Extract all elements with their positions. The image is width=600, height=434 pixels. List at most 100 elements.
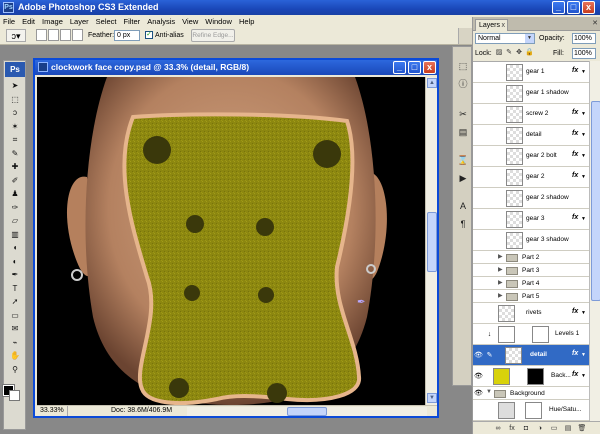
layer-group-row[interactable]: ▶ Part 4 [473, 277, 589, 290]
lock-image-icon[interactable]: ✎ [505, 49, 513, 57]
image-canvas[interactable]: ✒ [37, 77, 425, 405]
layer-row[interactable]: detail fx ▼ [473, 125, 589, 146]
new-selection-icon[interactable] [36, 29, 47, 41]
add-mask-icon[interactable]: ◘ [521, 424, 531, 433]
zoom-level[interactable]: 33.33% [38, 406, 68, 416]
eye-icon[interactable]: 👁 [474, 372, 483, 381]
layer-effects-icon[interactable]: fx [572, 172, 578, 179]
brushes-panel-icon[interactable]: ✂ [456, 107, 470, 121]
lock-all-icon[interactable]: 🔒 [525, 49, 534, 57]
layer-row[interactable]: gear 3 shadow [473, 230, 589, 251]
layer-group-row[interactable]: 👁 ▼ Background [473, 387, 589, 400]
layer-row[interactable]: gear 2 fx ▼ [473, 167, 589, 188]
clone-stamp-tool-icon[interactable]: ♟ [7, 189, 23, 199]
ps-logo[interactable]: Ps [5, 62, 25, 77]
dodge-tool-icon[interactable]: ◐ [7, 257, 23, 267]
subtract-selection-icon[interactable] [60, 29, 71, 41]
menu-select[interactable]: Select [96, 17, 117, 26]
navigator-panel-icon[interactable]: ⬚ [456, 59, 470, 73]
layer-group-row[interactable]: ▶ Part 3 [473, 264, 589, 277]
magic-wand-tool-icon[interactable]: ✶ [7, 122, 23, 132]
actions-panel-icon[interactable]: ▶ [456, 171, 470, 185]
chevron-down-icon[interactable]: ▼ [581, 216, 586, 222]
background-color-swatch[interactable] [9, 390, 20, 401]
panel-close-icon[interactable]: ✕ [592, 19, 598, 27]
refine-edge-button[interactable]: Refine Edge... [191, 29, 235, 42]
brush-tool-icon[interactable]: ✐ [7, 176, 23, 186]
chevron-down-icon[interactable]: ▼ [581, 310, 586, 316]
chevron-down-icon[interactable]: ▼ [581, 132, 586, 138]
layer-row[interactable]: gear 1 shadow [473, 83, 589, 104]
tool-preset-picker[interactable]: ↄ▾ [6, 29, 26, 42]
chevron-down-icon[interactable]: ▼ [581, 153, 586, 159]
horizontal-scroll-thumb[interactable] [287, 407, 327, 416]
close-button[interactable]: x [582, 1, 595, 14]
layer-effects-icon[interactable]: fx [572, 350, 578, 357]
vertical-scrollbar[interactable]: ▲ ▼ [425, 77, 437, 405]
layer-row[interactable]: gear 2 shadow [473, 188, 589, 209]
gradient-tool-icon[interactable]: ▥ [7, 230, 23, 240]
feather-input[interactable]: 0 px [114, 30, 140, 41]
slice-tool-icon[interactable]: ✎ [7, 149, 23, 159]
history-brush-tool-icon[interactable]: ✑ [7, 203, 23, 213]
tab-close-icon[interactable]: x [502, 20, 506, 31]
scroll-down-arrow-icon[interactable]: ▼ [427, 393, 437, 403]
opacity-input[interactable]: 100% [572, 33, 596, 44]
add-selection-icon[interactable] [48, 29, 59, 41]
marquee-tool-icon[interactable]: ⬚ [7, 95, 23, 105]
character-panel-icon[interactable]: A [456, 199, 470, 213]
maximize-button[interactable]: □ [567, 1, 580, 14]
lasso-tool-icon[interactable]: ↄ [7, 108, 23, 118]
expand-triangle-icon[interactable]: ▶ [498, 266, 503, 273]
layer-effects-icon[interactable]: fx [572, 151, 578, 158]
layer-row[interactable]: rivets fx ▼ [473, 303, 589, 324]
info-panel-icon[interactable]: ⓘ [456, 77, 470, 91]
healing-brush-tool-icon[interactable]: ✚ [7, 162, 23, 172]
path-selection-tool-icon[interactable]: ➚ [7, 297, 23, 307]
document-size-info[interactable]: Doc: 38.6M/406.9M [111, 406, 172, 416]
layer-effects-icon[interactable]: fx [572, 130, 578, 137]
fill-input[interactable]: 100% [572, 48, 596, 59]
shape-tool-icon[interactable]: ▭ [7, 311, 23, 321]
menu-window[interactable]: Window [205, 17, 232, 26]
chevron-down-icon[interactable]: ▼ [581, 352, 586, 358]
menu-image[interactable]: Image [42, 17, 63, 26]
layers-scrollbar[interactable] [589, 61, 600, 421]
menu-view[interactable]: View [182, 17, 198, 26]
layer-effects-icon[interactable]: fx [572, 214, 578, 221]
add-layer-style-icon[interactable]: fx [507, 424, 517, 433]
new-layer-icon[interactable]: ▤ [563, 424, 573, 433]
tab-layers[interactable]: Layers x [475, 19, 508, 31]
expand-triangle-icon[interactable]: ▶ [498, 279, 503, 286]
layer-row[interactable]: gear 2 bolt fx ▼ [473, 146, 589, 167]
chevron-down-icon[interactable]: ▼ [581, 174, 586, 180]
eraser-tool-icon[interactable]: ▱ [7, 216, 23, 226]
layers-scroll-thumb[interactable] [591, 101, 600, 301]
lock-transparency-icon[interactable]: ▨ [495, 49, 503, 57]
chevron-down-icon[interactable]: ▼ [581, 373, 586, 379]
type-tool-icon[interactable]: T [7, 284, 23, 294]
hand-tool-icon[interactable]: ✋ [7, 351, 23, 361]
vertical-scroll-thumb[interactable] [427, 212, 437, 272]
collapse-triangle-icon[interactable]: ▼ [486, 389, 492, 395]
minimize-button[interactable]: _ [552, 1, 565, 14]
layer-row[interactable]: gear 3 fx ▼ [473, 209, 589, 230]
scroll-up-arrow-icon[interactable]: ▲ [427, 78, 437, 88]
link-layers-icon[interactable]: ∞ [493, 424, 503, 433]
layer-row[interactable]: screw 2 fx ▼ [473, 104, 589, 125]
delete-layer-icon[interactable]: 🗑 [577, 424, 587, 433]
layer-effects-icon[interactable]: fx [572, 67, 578, 74]
eye-icon[interactable]: 👁 [474, 389, 483, 397]
notes-tool-icon[interactable]: ✉ [7, 324, 23, 334]
doc-minimize-button[interactable]: _ [393, 61, 406, 74]
layer-group-row[interactable]: ▶ Part 2 [473, 251, 589, 264]
eye-icon[interactable]: 👁 [474, 351, 483, 360]
blend-mode-select[interactable]: Normal ▼ [475, 33, 535, 44]
expand-triangle-icon[interactable]: ▶ [498, 253, 503, 260]
crop-tool-icon[interactable]: ⌗ [7, 135, 23, 145]
layer-row[interactable]: Hue/Satu... [473, 400, 589, 421]
new-adjustment-layer-icon[interactable]: ◑ [535, 424, 545, 433]
layer-row-selected[interactable]: 👁 ✎ detail fx ▼ [473, 345, 589, 366]
layer-row[interactable]: 👁 Back... fx ▼ [473, 366, 589, 387]
lock-position-icon[interactable]: ✥ [515, 49, 523, 57]
